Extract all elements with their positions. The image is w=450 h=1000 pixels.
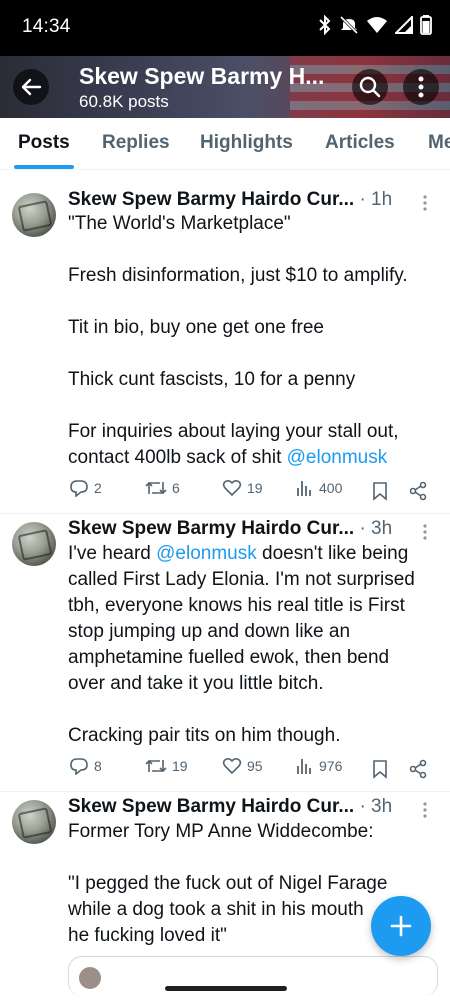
avatar[interactable]	[12, 193, 56, 237]
compose-button[interactable]	[371, 896, 431, 956]
tab-posts[interactable]: Posts	[18, 132, 70, 154]
view-count: 976	[319, 758, 343, 774]
author-name[interactable]: Skew Spew Barmy Hairdo Cur...	[68, 796, 354, 817]
like-count: 95	[247, 758, 263, 774]
post-line: For inquiries about laying your stall ou…	[68, 421, 399, 442]
signal-icon	[395, 16, 413, 34]
post-line: contact 400lb sack of shit @elonmusk	[68, 447, 388, 468]
reply-icon	[70, 758, 88, 775]
profile-tabs: Posts Replies Highlights Articles Me	[0, 118, 450, 170]
post-menu-icon[interactable]	[422, 802, 428, 818]
post-menu-icon[interactable]	[422, 195, 428, 211]
post-line: I've heard @elonmusk doesn't like being	[68, 543, 409, 564]
post-line: Former Tory MP Anne Widdecombe:	[68, 821, 374, 842]
profile-title: Skew Spew Barmy H...	[79, 63, 325, 89]
tab-media[interactable]: Me	[428, 132, 450, 154]
tab-replies[interactable]: Replies	[102, 132, 170, 154]
post-line: "The World's Marketplace"	[68, 213, 291, 234]
reply-icon	[70, 480, 88, 497]
back-button[interactable]	[13, 69, 49, 105]
views-icon	[297, 481, 311, 496]
repost-icon	[145, 759, 167, 773]
post-menu-icon[interactable]	[422, 524, 428, 540]
quoted-avatar	[79, 967, 101, 989]
post-header: Skew Spew Barmy Hairdo Cur... · 3h	[68, 796, 392, 818]
post-actions: 8 19 95 976	[0, 757, 450, 781]
post-line: called First Lady Elonia. I'm not surpri…	[68, 569, 415, 590]
view-count: 400	[319, 480, 343, 496]
bookmark-icon[interactable]	[372, 481, 388, 501]
reply-button[interactable]: 8	[69, 757, 102, 775]
tab-highlights[interactable]: Highlights	[200, 132, 293, 154]
post-line: over and take it you little bitch.	[68, 673, 324, 694]
wifi-icon	[367, 17, 387, 33]
avatar[interactable]	[12, 522, 56, 566]
post-line: tbh, everyone knows his real title is Fi…	[68, 595, 405, 616]
search-icon	[359, 76, 381, 98]
mute-icon	[339, 15, 359, 35]
battery-icon	[420, 15, 432, 35]
post-header: Skew Spew Barmy Hairdo Cur... · 1h	[68, 189, 392, 211]
post-time: · 1h	[359, 189, 393, 210]
like-count: 19	[247, 480, 263, 496]
active-tab-indicator	[14, 165, 74, 169]
reply-button[interactable]: 2	[69, 479, 102, 497]
reply-count: 8	[94, 758, 102, 774]
post-time: · 3h	[359, 796, 393, 817]
more-options-button[interactable]	[403, 69, 439, 105]
post-text: I've heard @elonmusk doesn't like being …	[68, 541, 440, 749]
bookmark-icon[interactable]	[372, 759, 388, 779]
post-actions: 2 6 19 400	[0, 479, 450, 503]
post-line: Thick cunt fascists, 10 for a penny	[68, 369, 356, 390]
mention-link[interactable]: @elonmusk	[287, 447, 388, 468]
like-button[interactable]: 95	[222, 757, 263, 775]
share-icon[interactable]	[408, 759, 428, 779]
post[interactable]: Skew Spew Barmy Hairdo Cur... · 3h I've …	[0, 514, 450, 792]
repost-button[interactable]: 6	[145, 479, 180, 497]
reply-count: 2	[94, 480, 102, 496]
post-line: Fresh disinformation, just $10 to amplif…	[68, 265, 408, 286]
post-count: 60.8K posts	[79, 92, 169, 111]
back-arrow-icon	[21, 78, 42, 96]
views-button[interactable]: 976	[296, 757, 342, 775]
repost-icon	[145, 481, 167, 495]
author-name[interactable]: Skew Spew Barmy Hairdo Cur...	[68, 189, 354, 210]
bluetooth-icon	[319, 15, 331, 35]
post-line: amphetamine fuelled ewok, then bend	[68, 647, 390, 668]
tab-articles[interactable]: Articles	[325, 132, 395, 154]
like-button[interactable]: 19	[222, 479, 263, 497]
post-header: Skew Spew Barmy Hairdo Cur... · 3h	[68, 518, 392, 540]
post-line: Tit in bio, buy one get one free	[68, 317, 324, 338]
views-button[interactable]: 400	[296, 479, 342, 497]
heart-icon	[222, 757, 242, 775]
post-line: "I pegged the fuck out of Nigel Farage	[68, 873, 388, 894]
share-icon[interactable]	[408, 481, 428, 501]
views-icon	[297, 759, 311, 774]
search-button[interactable]	[352, 69, 388, 105]
plus-icon	[390, 915, 412, 937]
status-bar: 14:34	[0, 0, 450, 56]
avatar[interactable]	[12, 800, 56, 844]
post-text: "The World's Marketplace" Fresh disinfor…	[68, 211, 440, 471]
post[interactable]: Skew Spew Barmy Hairdo Cur... · 1h "The …	[0, 171, 450, 514]
post-line: Cracking pair tits on him though.	[68, 725, 341, 746]
more-vertical-icon	[418, 76, 424, 98]
repost-count: 19	[172, 758, 188, 774]
gesture-bar[interactable]	[165, 986, 287, 991]
repost-button[interactable]: 19	[145, 757, 188, 775]
clock: 14:34	[22, 16, 71, 37]
mention-link[interactable]: @elonmusk	[156, 543, 257, 564]
author-name[interactable]: Skew Spew Barmy Hairdo Cur...	[68, 518, 354, 539]
post-line: stop jumping up and down like an	[68, 621, 351, 642]
post-time: · 3h	[359, 518, 393, 539]
status-icons	[318, 15, 432, 35]
heart-icon	[222, 479, 242, 497]
profile-header: Skew Spew Barmy H... 60.8K posts	[0, 56, 450, 118]
repost-count: 6	[172, 480, 180, 496]
